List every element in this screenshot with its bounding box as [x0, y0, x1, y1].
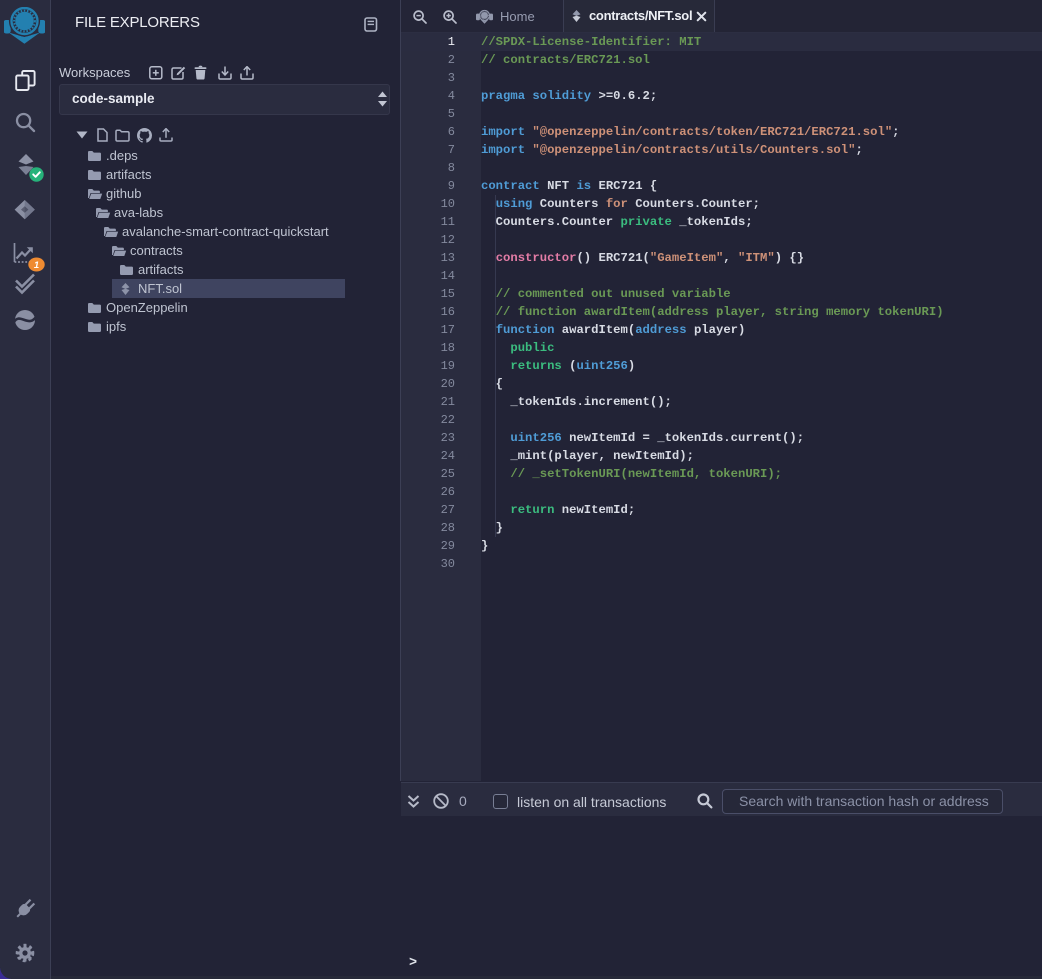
- svg-text:1: 1: [34, 260, 39, 271]
